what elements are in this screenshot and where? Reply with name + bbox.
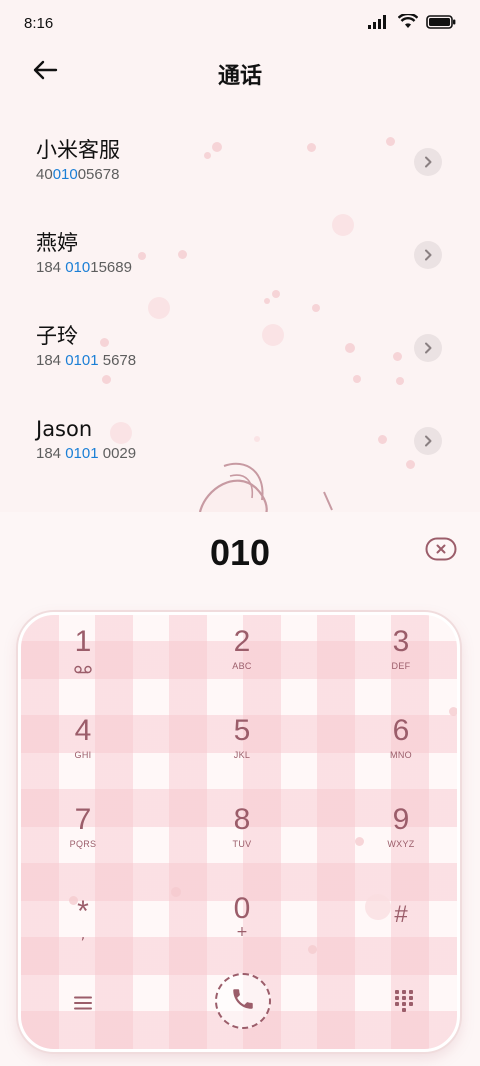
delete-button[interactable]	[424, 537, 458, 565]
key-6[interactable]: 6 MNO	[341, 714, 457, 794]
dial-area: 010 1 2 ABC 3 DEF 4 GHI 5 JKL 6 MNO 7 PQ…	[0, 512, 480, 1066]
header: 通话	[0, 50, 480, 94]
key-1[interactable]: 1	[23, 625, 143, 705]
keypad-dot	[308, 945, 317, 954]
status-bar: 8:16	[0, 0, 480, 46]
number-suffix: 05678	[77, 166, 120, 183]
key-hash[interactable]: #	[341, 898, 457, 978]
dialpad-button[interactable]	[387, 987, 421, 1019]
contact-item[interactable]: 燕婷 184 01015689	[0, 223, 480, 316]
key-8[interactable]: 8 TUV	[182, 803, 302, 883]
dialpad-icon	[395, 990, 413, 1016]
contact-detail-button[interactable]	[414, 334, 442, 362]
key-letters: WXYZ	[387, 839, 415, 849]
number-suffix: 0029	[98, 445, 137, 462]
key-digit: *	[77, 895, 89, 928]
contact-detail-button[interactable]	[414, 427, 442, 455]
contact-number: 4001005678	[36, 164, 480, 186]
key-digit: 4	[74, 714, 92, 747]
number-prefix: 184	[36, 352, 66, 369]
contact-list: 小米客服 4001005678 燕婷 184 01015689 子玲 184 0…	[0, 130, 480, 502]
key-digit: #	[394, 901, 408, 928]
contact-number: 184 01015689	[36, 257, 480, 279]
key-letters: ,	[80, 927, 86, 943]
key-digit: 1	[74, 625, 92, 658]
key-letters: MNO	[390, 750, 412, 760]
key-letters: DEF	[391, 661, 411, 671]
number-prefix: 184	[36, 259, 66, 276]
status-icons	[368, 12, 456, 33]
number-match: 0101	[65, 352, 99, 369]
call-button[interactable]	[215, 973, 271, 1029]
chevron-right-icon	[423, 246, 433, 265]
number-prefix: 184	[36, 445, 66, 462]
menu-icon	[74, 995, 92, 1014]
number-prefix: 40	[36, 166, 53, 183]
voicemail-icon	[74, 659, 92, 678]
key-letters: ABC	[232, 661, 252, 671]
chevron-right-icon	[423, 432, 433, 451]
contact-detail-button[interactable]	[414, 148, 442, 176]
battery-icon	[426, 14, 456, 33]
key-letters: TUV	[232, 839, 252, 849]
keypad-dot	[355, 837, 364, 846]
contact-detail-button[interactable]	[414, 241, 442, 269]
key-digit: 9	[392, 803, 410, 836]
key-digit: 0	[233, 892, 251, 925]
number-match: 010	[52, 166, 78, 183]
key-star[interactable]: * ,	[23, 895, 143, 975]
number-match: 010	[65, 259, 91, 276]
key-7[interactable]: 7 PQRS	[23, 803, 143, 883]
key-digit: 2	[233, 625, 251, 658]
key-5[interactable]: 5 JKL	[182, 714, 302, 794]
number-suffix: 5678	[98, 352, 137, 369]
chevron-right-icon	[423, 153, 433, 172]
contact-item[interactable]: 小米客服 4001005678	[0, 130, 480, 223]
key-letters: GHI	[74, 750, 92, 760]
menu-button[interactable]	[65, 989, 101, 1019]
backspace-icon	[425, 537, 457, 565]
key-letters: JKL	[233, 750, 251, 760]
key-2[interactable]: 2 ABC	[182, 625, 302, 705]
keypad: 1 2 ABC 3 DEF 4 GHI 5 JKL 6 MNO 7 PQRS 8…	[18, 612, 460, 1052]
key-3[interactable]: 3 DEF	[341, 625, 457, 705]
signal-icon	[368, 14, 390, 33]
bunny-ear-decoration	[196, 458, 336, 515]
number-match: 0101	[65, 445, 99, 462]
keypad-dot	[171, 887, 181, 897]
dialed-number: 010	[209, 532, 271, 573]
key-4[interactable]: 4 GHI	[23, 714, 143, 794]
keypad-dot	[449, 707, 457, 716]
key-digit: 6	[392, 714, 410, 747]
contact-number: 184 0101 5678	[36, 350, 480, 372]
key-0[interactable]: 0 +	[182, 892, 302, 972]
status-time: 8:16	[24, 14, 54, 32]
page-title: 通话	[217, 64, 262, 89]
key-digit: 7	[74, 803, 92, 836]
key-digit: 3	[392, 625, 410, 658]
key-letters: PQRS	[69, 839, 97, 849]
keypad-dot	[365, 894, 391, 920]
key-digit: 8	[233, 803, 251, 836]
number-suffix: 15689	[90, 259, 132, 276]
keypad-dot	[69, 896, 78, 905]
key-letters: +	[236, 924, 248, 940]
phone-icon	[230, 986, 256, 1016]
key-digit: 5	[233, 714, 251, 747]
wifi-icon	[397, 12, 419, 33]
chevron-right-icon	[423, 339, 433, 358]
contact-item[interactable]: 子玲 184 0101 5678	[0, 316, 480, 409]
